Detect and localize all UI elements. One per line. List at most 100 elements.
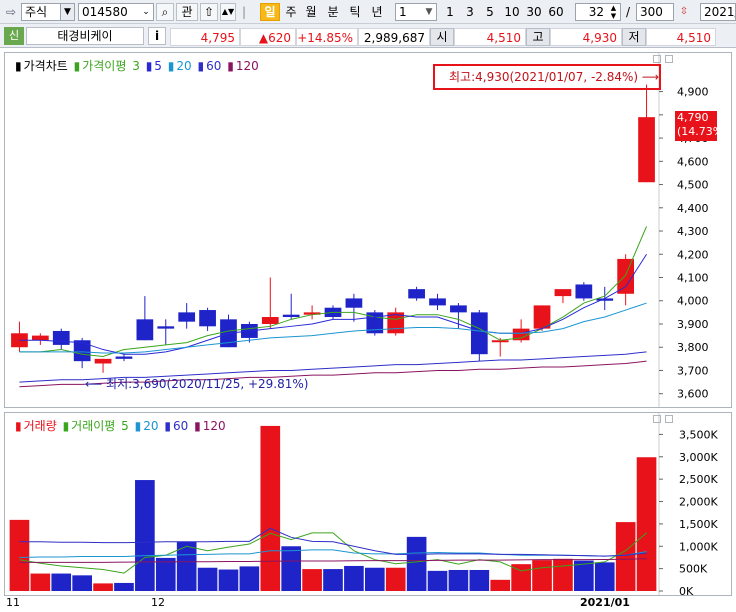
stock-name: 태경비케이 <box>26 27 144 45</box>
volume-bar <box>197 567 218 591</box>
legend-ma20: 20 <box>176 59 192 73</box>
low-annotation: ⟵ 최저:3,690(2020/11/25, +29.81%) <box>85 377 309 391</box>
volume-bar <box>30 573 51 591</box>
candle-body <box>52 330 70 345</box>
volume-bar <box>93 583 113 591</box>
high-annotation-box: 최고:4,930(2021/01/07, -2.84%) ⟶ <box>433 64 661 90</box>
quick-3-button[interactable]: 3 <box>462 4 478 20</box>
legend-ma5: 5 <box>121 419 129 433</box>
volume-legend: ▮ 거래량 ▮ 거래이평 5 ▮ 20 ▮ 60 ▮ 120 <box>15 417 228 434</box>
count-value: 32 <box>588 5 604 19</box>
price-y-label: 4,200 <box>677 248 709 261</box>
date-input[interactable]: 2021/ <box>700 3 736 21</box>
volume-ma120-line <box>19 558 647 563</box>
period-num-select[interactable]: 1 ▼ <box>395 3 437 21</box>
quick-1-button[interactable]: 1 <box>442 4 458 20</box>
current-price-tag: 4,790 (14.73%) <box>675 111 728 141</box>
info-icon[interactable]: i <box>148 27 166 45</box>
panel-close-icon[interactable] <box>665 55 673 63</box>
chevron-down-icon[interactable]: ▼ <box>60 4 74 20</box>
divider: | <box>241 5 247 19</box>
link-icon[interactable]: ⇧ <box>200 3 218 21</box>
volume-bar <box>490 579 511 591</box>
price-y-label: 3,900 <box>677 318 709 331</box>
quick-30-button[interactable]: 30 <box>524 4 544 20</box>
legend-ma120: 120 <box>235 59 259 73</box>
volume-bar <box>553 558 573 591</box>
count-input[interactable]: 32 ▲ ▼ <box>575 3 621 21</box>
low-value: 4,510 <box>646 28 716 46</box>
high-label: 고 <box>526 28 550 46</box>
volume-bar <box>155 557 176 591</box>
candle-body <box>470 312 488 355</box>
quick-10-button[interactable]: 10 <box>502 4 522 20</box>
low-annotation-text: 최저:3,690(2020/11/25, +29.81%) <box>106 377 309 391</box>
market-value: 주식 <box>25 5 48 19</box>
legend-marker: ▮ <box>73 59 81 73</box>
candle-body <box>199 310 216 327</box>
period-minute-button[interactable]: 분 <box>324 4 342 20</box>
legend-ma60: 60 <box>206 59 222 73</box>
candle-body <box>554 289 572 297</box>
quick-5-button[interactable]: 5 <box>482 4 498 20</box>
volume-ma20-line <box>19 549 647 558</box>
volume-bar <box>51 573 72 591</box>
chevron-down-icon[interactable]: ▼ <box>422 4 436 20</box>
total-input[interactable]: 300 <box>636 3 674 21</box>
scroll-icon[interactable]: ⇳ <box>676 4 692 20</box>
period-num-value: 1 <box>399 5 407 19</box>
code-input[interactable]: 014580 ⌄ <box>78 3 154 21</box>
candle-body <box>450 305 467 313</box>
volume-bar <box>448 569 469 591</box>
open-value: 4,510 <box>454 28 526 46</box>
volume-y-label: 0K <box>679 585 694 595</box>
period-week-button[interactable]: 주 <box>282 4 300 20</box>
volume-bar <box>114 582 134 591</box>
candle-body <box>157 326 175 329</box>
volume-panel[interactable]: 3,500K 3,000K 2,500K 2,000K 1,500K 1,000K 500K… <box>4 412 732 596</box>
legend-ma-label: 가격이평 <box>82 59 127 73</box>
current-price-tag-rate: (14.73%) <box>677 125 728 138</box>
total-value: 300 <box>640 5 663 19</box>
volume-bar <box>218 569 239 591</box>
price-y-label: 4,500 <box>677 179 709 192</box>
candle-body <box>429 298 446 306</box>
price-y-label: 4,000 <box>677 295 709 308</box>
price-y-label: 3,700 <box>677 364 709 377</box>
new-badge: 신 <box>4 27 24 45</box>
spin-icon[interactable]: ▲▼ <box>220 3 236 21</box>
price-panel[interactable]: 4,9004,8004,7004,6004,5004,4004,3004,200… <box>4 52 732 408</box>
legend-marker: ▮ <box>15 419 22 433</box>
period-year-button[interactable]: 년 <box>368 4 386 20</box>
panel-maximize-icon[interactable] <box>653 55 661 63</box>
candle-body <box>178 312 196 322</box>
legend-ma5: 5 <box>154 59 162 73</box>
price-y-label: 4,600 <box>677 155 709 168</box>
volume-chart[interactable]: 3,500K 3,000K 2,500K 2,000K 1,500K 1,000K 500K… <box>5 413 731 595</box>
price-chart[interactable]: 4,9004,8004,7004,6004,5004,4004,3004,200… <box>5 53 731 407</box>
panel-maximize-icon[interactable] <box>653 415 661 423</box>
period-tick-button[interactable]: 틱 <box>346 4 364 20</box>
legend-marker: ▮ <box>62 419 70 433</box>
chevron-down-icon[interactable]: ⌄ <box>139 4 153 20</box>
volume-bar <box>344 565 364 591</box>
menu-arrow-icon[interactable]: ⇨ <box>2 4 20 20</box>
price-y-label: 3,800 <box>677 341 709 354</box>
candle-body <box>638 117 655 183</box>
quick-60-button[interactable]: 60 <box>546 4 566 20</box>
price-y-label: 3,600 <box>677 388 709 401</box>
market-select[interactable]: 주식 ▼ <box>21 3 75 21</box>
legend-marker: ▮ <box>15 59 22 73</box>
period-month-button[interactable]: 월 <box>302 4 320 20</box>
spinner-icon[interactable]: ▲ ▼ <box>607 4 620 20</box>
volume-bar <box>135 480 155 591</box>
panel-close-icon[interactable] <box>665 415 673 423</box>
volume-bar <box>239 566 260 591</box>
volume-bar <box>636 457 657 591</box>
legend-marker: ▮ <box>134 419 142 433</box>
x-label-nov: 11 <box>6 596 20 609</box>
volume-y-label: 2,000K <box>679 496 718 509</box>
watchlist-button[interactable]: 관 <box>176 3 198 21</box>
period-day-button[interactable]: 일 <box>260 3 280 21</box>
search-icon[interactable]: ⌕ <box>156 3 174 21</box>
